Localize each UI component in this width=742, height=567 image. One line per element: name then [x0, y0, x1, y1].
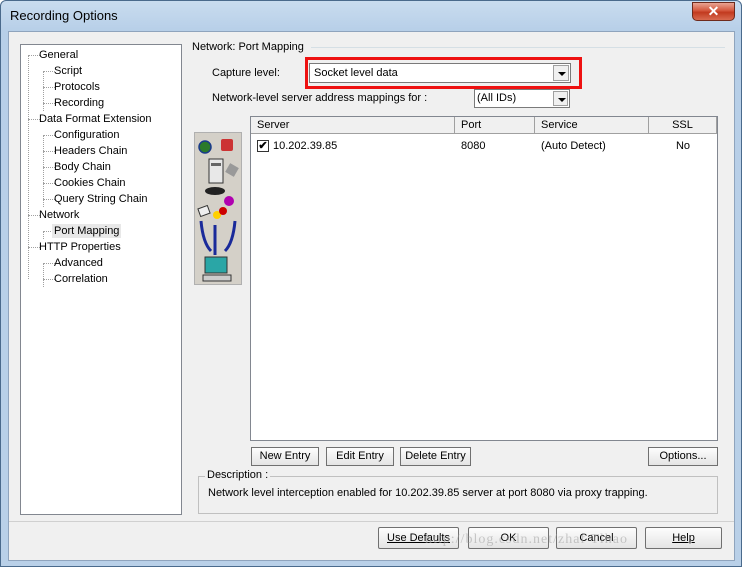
- tree-item-query-string-chain[interactable]: Query String Chain: [52, 192, 150, 206]
- new-entry-button[interactable]: New Entry: [251, 447, 319, 466]
- title-bar[interactable]: Recording Options ✕: [1, 1, 741, 31]
- watermark-text: http://blog.csdn.net/zhaf Tlhao: [425, 532, 628, 547]
- capture-level-label: Capture level:: [212, 67, 280, 79]
- network-illustration: [194, 132, 242, 285]
- description-label: Description :: [205, 469, 271, 481]
- tree-item-correlation[interactable]: Correlation: [52, 272, 110, 286]
- tree-item-configuration[interactable]: Configuration: [52, 128, 121, 142]
- group-title: Network: Port Mapping: [191, 41, 305, 53]
- mappings-value: (All IDs): [477, 92, 517, 104]
- tree-item-port-mapping[interactable]: Port Mapping: [52, 224, 122, 238]
- tree-item-general[interactable]: General: [37, 48, 80, 62]
- row-checkbox[interactable]: ✔: [257, 140, 269, 152]
- footer-divider: [9, 521, 734, 522]
- options-tree[interactable]: General Script Protocols Recording Data …: [20, 44, 182, 515]
- tree-item-advanced[interactable]: Advanced: [52, 256, 105, 270]
- tree-item-protocols[interactable]: Protocols: [52, 80, 102, 94]
- tree-item-headers-chain[interactable]: Headers Chain: [52, 144, 129, 158]
- table-header: Server Port Service SSL: [251, 117, 717, 134]
- close-button[interactable]: ✕: [692, 2, 735, 21]
- port-mapping-table[interactable]: Server Port Service SSL ✔ 10.202.39.85 8…: [250, 116, 718, 441]
- tree-line: [43, 263, 44, 287]
- recording-options-window: Recording Options ✕ General Script Proto…: [0, 0, 742, 567]
- window-title: Recording Options: [10, 8, 118, 23]
- table-row[interactable]: ✔ 10.202.39.85 8080 (Auto Detect) No: [251, 137, 717, 155]
- tree-item-network[interactable]: Network: [37, 208, 81, 222]
- tree-line: [43, 71, 44, 111]
- tree-item-body-chain[interactable]: Body Chain: [52, 160, 113, 174]
- monitor-icon: [204, 256, 228, 274]
- tree-item-script[interactable]: Script: [52, 64, 84, 78]
- options-button[interactable]: Options...: [648, 447, 718, 466]
- help-button[interactable]: Help: [645, 527, 722, 549]
- column-header-service[interactable]: Service: [535, 117, 649, 134]
- tree-item-cookies-chain[interactable]: Cookies Chain: [52, 176, 128, 190]
- column-header-port[interactable]: Port: [455, 117, 535, 134]
- tree-line: [43, 135, 44, 207]
- edit-entry-button[interactable]: Edit Entry: [326, 447, 394, 466]
- mappings-select[interactable]: (All IDs): [474, 89, 570, 108]
- chevron-down-icon[interactable]: [553, 91, 568, 106]
- cell-port: 8080: [461, 140, 486, 152]
- tree-item-http-properties[interactable]: HTTP Properties: [37, 240, 123, 254]
- tree-line: [28, 55, 29, 279]
- delete-entry-button[interactable]: Delete Entry: [400, 447, 471, 466]
- cell-ssl: No: [675, 140, 691, 152]
- tree-item-data-format-extension[interactable]: Data Format Extension: [37, 112, 154, 126]
- tree-line: [43, 231, 44, 239]
- computer-tower-icon: [208, 158, 224, 184]
- tree-item-recording[interactable]: Recording: [52, 96, 106, 110]
- mappings-label: Network-level server address mappings fo…: [212, 92, 428, 104]
- dialog-body: General Script Protocols Recording Data …: [8, 31, 735, 561]
- network-icons-image: [197, 139, 239, 282]
- cell-service: (Auto Detect): [541, 140, 606, 152]
- cell-server: 10.202.39.85: [273, 140, 338, 152]
- description-text: Network level interception enabled for 1…: [208, 487, 648, 499]
- highlight-box: [305, 57, 582, 89]
- column-header-ssl[interactable]: SSL: [649, 117, 717, 134]
- group-divider: [311, 47, 725, 48]
- server-icon: [221, 139, 233, 151]
- column-header-server[interactable]: Server: [251, 117, 455, 134]
